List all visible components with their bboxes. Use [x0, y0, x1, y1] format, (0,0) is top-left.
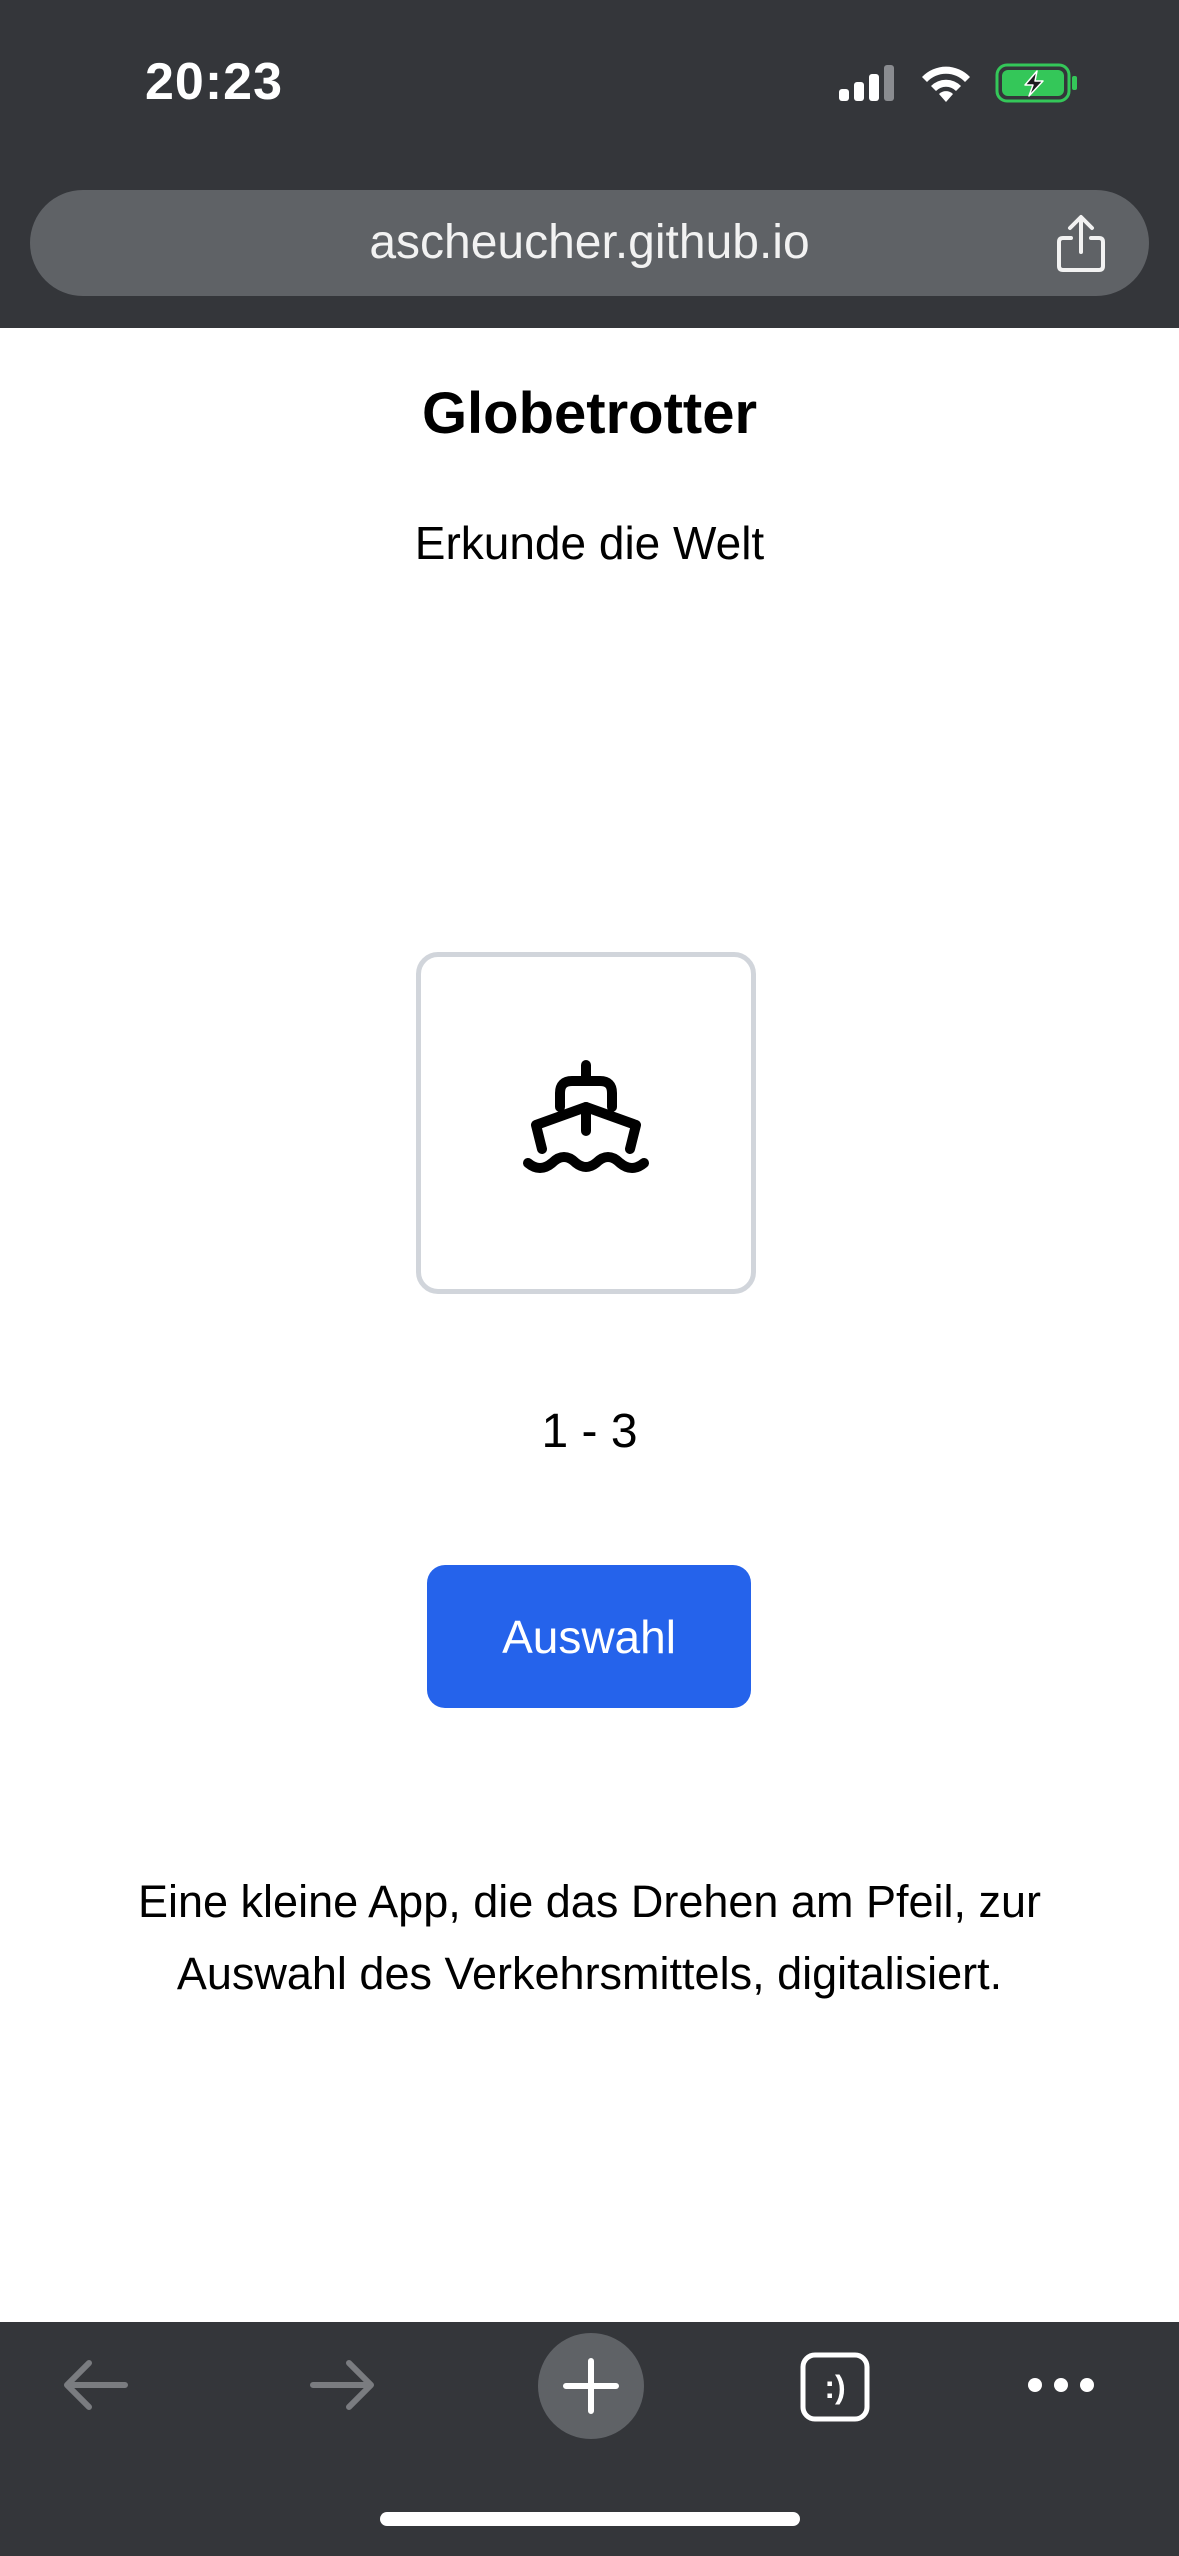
ship-icon [516, 1051, 656, 1196]
arrow-left-icon [59, 2357, 131, 2418]
range-label: 1 - 3 [541, 1405, 638, 1458]
share-button[interactable] [1053, 214, 1109, 274]
page-title: Globetrotter [421, 381, 758, 446]
tabs-icon: :) [799, 2351, 871, 2423]
tabs-badge: :) [824, 2369, 846, 2405]
back-button[interactable] [40, 2322, 150, 2452]
wifi-icon [919, 62, 973, 109]
page-subtitle: Erkunde die Welt [414, 517, 765, 569]
forward-button[interactable] [288, 2322, 398, 2452]
plus-icon [536, 2331, 646, 2446]
transport-card [416, 952, 756, 1294]
arrow-right-icon [307, 2357, 379, 2418]
more-button[interactable] [1006, 2322, 1116, 2452]
address-bar[interactable]: ascheucher.github.io [30, 190, 1149, 296]
url-text: ascheucher.github.io [369, 216, 810, 269]
browser-top-chrome: 20:23 ascheucher.github.io [0, 0, 1179, 328]
new-tab-button[interactable] [535, 2323, 647, 2453]
share-icon [1053, 215, 1109, 278]
battery-charging-icon [995, 62, 1079, 109]
status-time: 20:23 [145, 53, 283, 111]
cellular-signal-icon [837, 63, 897, 108]
select-button[interactable]: Auswahl [427, 1565, 751, 1708]
tabs-button[interactable]: :) [780, 2322, 890, 2452]
app-description: Eine kleine App, die das Drehen am Pfeil… [137, 1876, 1041, 1999]
home-indicator [380, 2512, 800, 2526]
more-dots-icon [1025, 2375, 1097, 2400]
screen: 20:23 ascheucher.github.io Globetrotter … [0, 0, 1179, 2556]
status-icons [837, 62, 1079, 109]
